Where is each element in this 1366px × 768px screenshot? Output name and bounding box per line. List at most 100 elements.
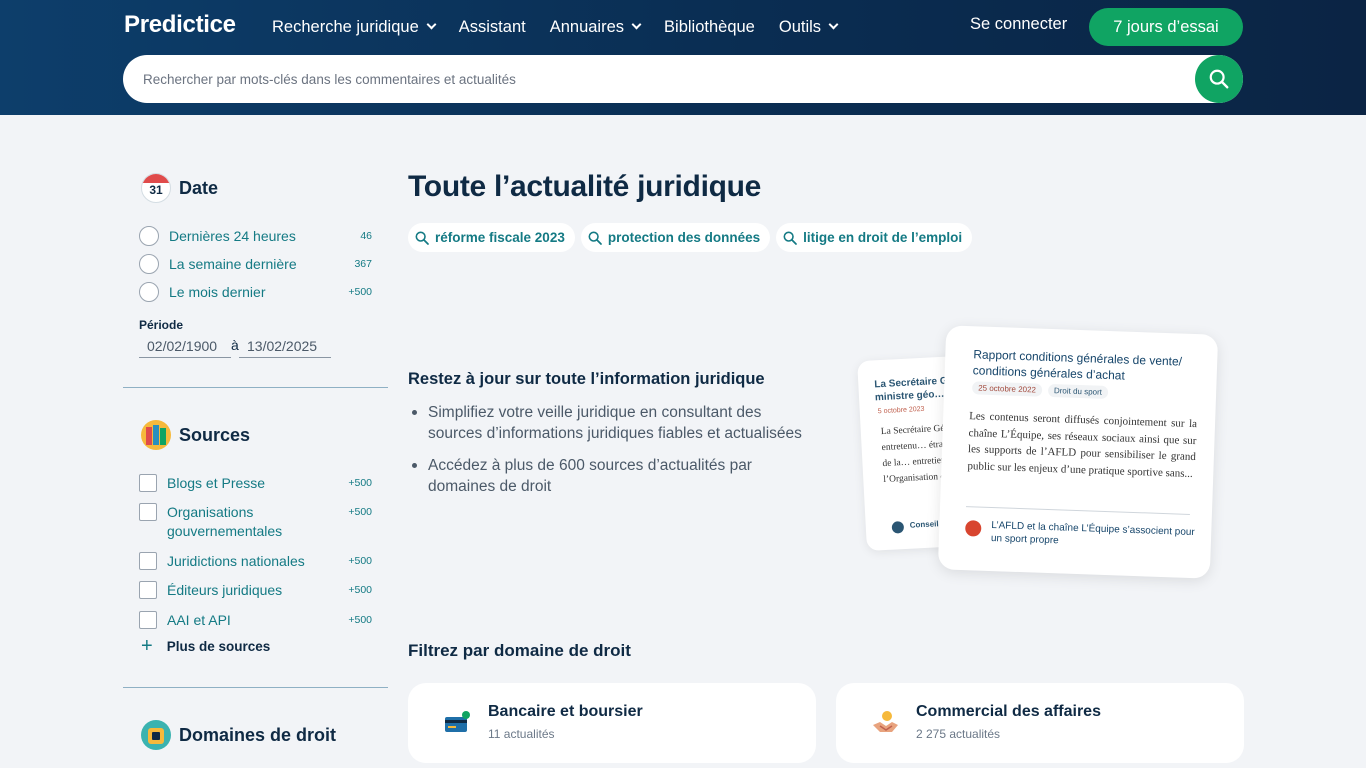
card-source-text: L’AFLD et la chaîne L’Équipe s’associent…	[990, 520, 1195, 547]
handshake-icon	[873, 711, 898, 732]
source-label: Éditeurs juridiques	[167, 582, 283, 598]
promo-bullet: Simplifiez votre veille juridique en con…	[408, 402, 808, 444]
filter-sidebar: 31 Date Dernières 24 heures 46 La semain…	[123, 115, 388, 768]
card-title: Rapport conditions générales de vente/ c…	[972, 347, 1183, 383]
checkbox[interactable]	[139, 503, 157, 521]
search-chip[interactable]: réforme fiscale 2023	[408, 223, 575, 252]
source-logo-icon	[891, 521, 905, 534]
source-label: AAI et API	[167, 612, 231, 628]
domains-section-title: Domaines de droit	[179, 724, 337, 745]
source-label: Juridictions nationales	[167, 553, 305, 569]
divider	[123, 687, 388, 688]
date-to-field[interactable]: 13/02/2025	[239, 336, 331, 358]
domains-section-header: Domaines de droit	[141, 720, 336, 750]
domains-icon	[141, 720, 171, 750]
source-juridictions-nationales[interactable]: Juridictions nationales +500	[139, 552, 372, 571]
nav-recherche-juridique[interactable]: Recherche juridique	[272, 15, 437, 39]
card-meta: 25 octobre 2022 Droit du sport	[971, 381, 1114, 400]
logo[interactable]: Predictice	[124, 11, 236, 39]
search-bar	[123, 55, 1243, 103]
main-nav: Recherche juridique Assistant Annuaires …	[272, 15, 861, 39]
source-count: +500	[348, 477, 372, 489]
search-button[interactable]	[1195, 55, 1243, 103]
domain-name: Bancaire et boursier	[488, 703, 643, 720]
divider	[123, 387, 388, 388]
radio-button[interactable]	[139, 282, 159, 302]
promo-title: Restez à jour sur toute l’information ju…	[408, 370, 765, 388]
bank-card-icon	[445, 711, 470, 732]
source-label: Organisations gouvernementales	[167, 504, 283, 539]
source-count: +500	[348, 506, 372, 518]
source-aai-api[interactable]: AAI et API +500	[139, 611, 372, 630]
search-chip[interactable]: litige en droit de l’emploi	[776, 223, 973, 252]
promo-bullets: Simplifiez votre veille juridique en con…	[408, 402, 808, 508]
trial-button[interactable]: 7 jours d’essai	[1089, 8, 1243, 46]
radio-button[interactable]	[139, 226, 159, 246]
chip-label: réforme fiscale 2023	[435, 230, 565, 245]
nav-bibliotheque[interactable]: Bibliothèque	[664, 15, 755, 39]
search-icon	[1209, 69, 1229, 89]
source-count: +500	[348, 614, 372, 626]
sources-section-header: Sources	[141, 420, 250, 450]
search-icon	[588, 231, 602, 245]
search-chip[interactable]: protection des données	[580, 223, 771, 252]
card-date: 25 octobre 2022	[971, 381, 1043, 397]
search-icon	[783, 231, 797, 245]
chevron-down-icon	[631, 19, 642, 30]
top-header: Predictice Recherche juridique Assistant…	[0, 0, 1366, 115]
date-option-month[interactable]: Le mois dernier +500	[139, 281, 372, 303]
date-section-title: Date	[179, 177, 219, 198]
nav-outils[interactable]: Outils	[778, 15, 839, 39]
suggested-searches: réforme fiscale 2023 protection des donn…	[408, 223, 978, 252]
source-logo-icon	[964, 520, 982, 537]
option-label: Le mois dernier	[169, 284, 266, 300]
nav-assistant[interactable]: Assistant	[459, 15, 526, 39]
login-link[interactable]: Se connecter	[970, 15, 1067, 34]
nav-label: Annuaires	[549, 17, 625, 36]
nav-label: Recherche juridique	[272, 17, 419, 36]
sources-section-title: Sources	[179, 424, 251, 445]
source-editeurs-juridiques[interactable]: Éditeurs juridiques +500	[139, 581, 372, 600]
checkbox[interactable]	[139, 552, 157, 570]
nav-label: Bibliothèque	[664, 17, 755, 36]
period-label: Période	[139, 318, 184, 332]
chip-label: protection des données	[607, 230, 761, 245]
date-from-field[interactable]: 02/02/1900	[139, 336, 231, 358]
nav-label: Outils	[778, 17, 822, 36]
option-count: 367	[354, 258, 372, 270]
checkbox[interactable]	[139, 474, 157, 492]
source-count: +500	[348, 584, 372, 596]
more-sources-button[interactable]: + Plus de sources	[141, 636, 271, 656]
divider	[966, 506, 1190, 515]
chevron-down-icon	[828, 19, 839, 30]
domain-count: 2 275 actualités	[916, 727, 1001, 741]
nav-label: Assistant	[458, 17, 526, 36]
card-date: 5 octobre 2023	[877, 405, 925, 416]
date-option-week[interactable]: La semaine dernière 367	[139, 253, 372, 275]
date-separator: à	[231, 337, 239, 353]
source-blogs-presse[interactable]: Blogs et Presse +500	[139, 474, 372, 493]
more-sources-label: Plus de sources	[166, 638, 271, 654]
search-input[interactable]	[143, 55, 1183, 103]
domain-card-bancaire[interactable]: Bancaire et boursier 11 actualités	[408, 683, 816, 763]
option-label: La semaine dernière	[169, 256, 297, 272]
card-body: Les contenus seront diffusés conjointeme…	[967, 410, 1198, 480]
source-label: Blogs et Presse	[167, 475, 266, 491]
card-tag: Droit du sport	[1047, 383, 1109, 400]
source-count: +500	[348, 555, 372, 567]
checkbox[interactable]	[139, 581, 157, 599]
books-icon	[141, 420, 171, 450]
radio-button[interactable]	[139, 254, 159, 274]
chevron-down-icon	[426, 19, 437, 30]
domain-card-commercial[interactable]: Commercial des affaires 2 275 actualités	[836, 683, 1244, 763]
source-organisations-gouvernementales[interactable]: Organisations gouvernementales +500	[139, 503, 372, 541]
option-label: Dernières 24 heures	[169, 228, 296, 244]
nav-annuaires[interactable]: Annuaires	[549, 15, 642, 39]
option-count: 46	[360, 230, 372, 242]
chip-label: litige en droit de l’emploi	[803, 230, 963, 245]
filter-domain-title: Filtrez par domaine de droit	[408, 641, 631, 660]
checkbox[interactable]	[139, 611, 157, 629]
domain-name: Commercial des affaires	[916, 703, 1101, 720]
page-title: Toute l’actualité juridique	[408, 170, 762, 203]
date-option-24h[interactable]: Dernières 24 heures 46	[139, 225, 372, 247]
